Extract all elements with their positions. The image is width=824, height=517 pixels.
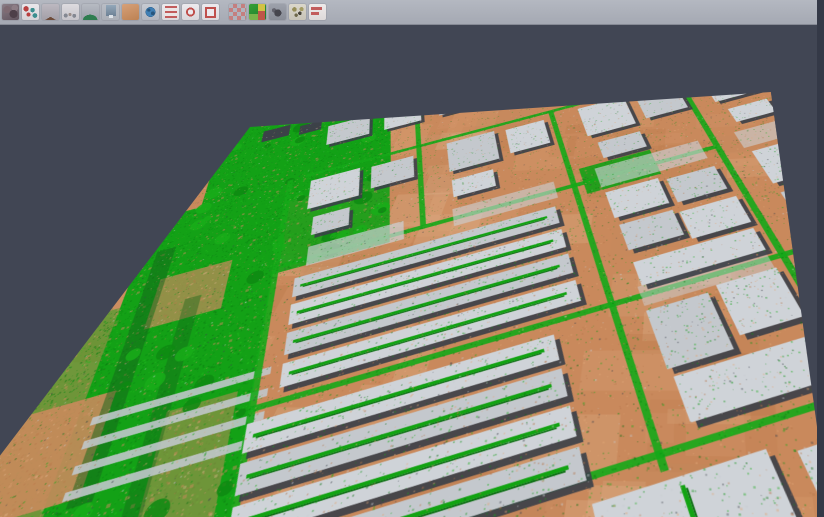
hillshade-icon[interactable] — [82, 4, 99, 20]
zoom-extents-icon[interactable] — [202, 4, 219, 20]
snapshot-camera-icon[interactable] — [269, 4, 286, 20]
classify-points-icon[interactable] — [22, 4, 39, 20]
classification-legend-icon[interactable] — [249, 4, 266, 20]
window-right-edge — [817, 0, 824, 517]
ortho-image-icon[interactable] — [122, 4, 139, 20]
measure-list-icon[interactable] — [309, 4, 326, 20]
profile-points-icon[interactable] — [62, 4, 79, 20]
point-cloud-icon[interactable] — [2, 4, 19, 20]
viewer-panel-icon[interactable] — [102, 4, 119, 20]
toolbar — [0, 0, 824, 25]
circle-select-icon[interactable] — [182, 4, 199, 20]
tile-grid-icon[interactable] — [229, 4, 246, 20]
globe-icon[interactable] — [142, 4, 159, 20]
terrain-tin-icon[interactable] — [42, 4, 59, 20]
pointcloud-scene-canvas[interactable] — [0, 92, 824, 517]
application-window — [0, 0, 824, 517]
attribute-table-icon[interactable] — [162, 4, 179, 20]
delete-selection-icon[interactable] — [289, 4, 306, 20]
viewport-3d[interactable] — [0, 26, 824, 517]
